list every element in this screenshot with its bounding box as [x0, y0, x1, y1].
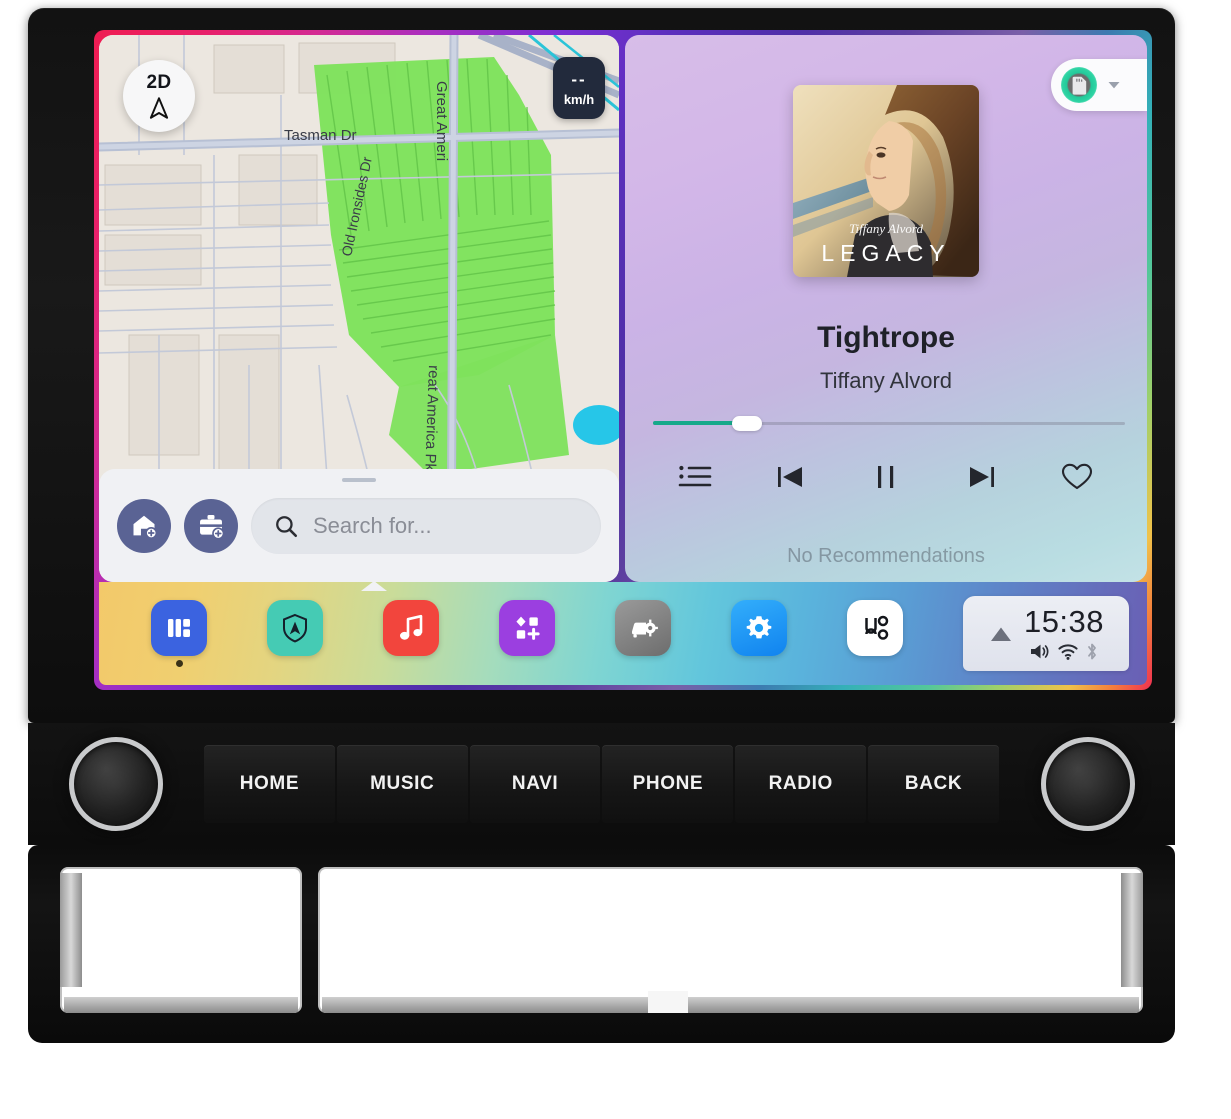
tune-knob[interactable] [1031, 728, 1144, 840]
hardware-buttons: HOME MUSIC NAVI PHONE RADIO BACK [203, 745, 1000, 823]
bluetooth-icon [1088, 643, 1096, 660]
search-placeholder: Search for... [313, 512, 432, 538]
status-icon-group [1029, 642, 1099, 661]
svg-text:LEGACY: LEGACY [821, 240, 950, 266]
playlist-button[interactable] [666, 450, 724, 504]
track-title: Tightrope [817, 321, 955, 354]
wifi-icon [1058, 644, 1078, 660]
car-settings-icon [632, 619, 658, 638]
heart-outline-icon [1062, 463, 1093, 490]
map-search-bar: Search for... [99, 469, 619, 582]
hardware-button-radio[interactable]: RADIO [735, 745, 867, 823]
home-add-icon [133, 515, 158, 539]
hardware-button-home[interactable]: HOME [204, 745, 335, 823]
bracket-cutout-right [318, 867, 1143, 1013]
bracket-clip-left [60, 873, 82, 987]
track-artist: Tiffany Alvord [819, 368, 953, 393]
mounting-bracket [28, 845, 1175, 1043]
left-knob-zone [28, 723, 203, 845]
music-panel[interactable]: Tiffany Alvord LEGACY Tightrope Tiffany … [625, 35, 1147, 582]
search-icon [276, 515, 298, 537]
dock-dashboard[interactable] [121, 600, 237, 667]
skip-previous-icon [778, 467, 803, 487]
next-button[interactable] [953, 450, 1011, 504]
clock-label: 15:38 [1023, 604, 1105, 639]
dock-car-settings[interactable] [585, 600, 701, 667]
right-knob-zone [1000, 723, 1175, 845]
hardware-button-back[interactable]: BACK [868, 745, 999, 823]
link-nodes-icon [865, 615, 889, 640]
chevron-down-icon[interactable] [1105, 76, 1123, 94]
navigation-shield-icon [283, 613, 307, 643]
progress-thumb[interactable] [731, 415, 762, 431]
triangle-up-icon [990, 627, 1011, 641]
previous-button[interactable] [761, 450, 819, 504]
album-artwork-image: Tiffany Alvord LEGACY [793, 85, 979, 277]
hardware-button-row: HOME MUSIC NAVI PHONE RADIO BACK [28, 723, 1175, 845]
bracket-clip-right [1121, 873, 1143, 987]
speed-indicator: -- km/h [553, 57, 605, 119]
panel-grabber[interactable] [342, 478, 376, 482]
app-dock: 15:38 [99, 581, 1147, 685]
source-ring [1061, 67, 1097, 103]
svg-text:Tiffany Alvord: Tiffany Alvord [849, 221, 924, 236]
hardware-button-phone[interactable]: PHONE [602, 745, 734, 823]
dock-connection[interactable] [817, 600, 933, 667]
speed-unit: km/h [563, 91, 595, 107]
panel-row: Tasman Dr Great Ameri Old Ironsides Dr r… [99, 35, 1147, 582]
home-shortcut-button[interactable] [117, 498, 171, 553]
gear-icon [746, 616, 772, 639]
status-card[interactable]: 15:38 [963, 596, 1129, 671]
hardware-button-navi[interactable]: NAVI [469, 745, 601, 823]
favorite-button[interactable] [1048, 450, 1106, 504]
car-head-unit: Tasman Dr Great Ameri Old Ironsides Dr r… [28, 8, 1175, 1043]
map-panel[interactable]: Tasman Dr Great Ameri Old Ironsides Dr r… [99, 35, 619, 582]
volume-icon [1030, 644, 1049, 659]
recommendations-text: No Recommendations [787, 545, 985, 567]
svg-text:Tasman Dr: Tasman Dr [284, 127, 357, 144]
search-input[interactable]: Search for... [251, 497, 601, 554]
dock-icon-list [121, 600, 963, 667]
bracket-notch [648, 991, 688, 1013]
music-note-icon [400, 614, 423, 640]
sd-card-icon [1072, 76, 1086, 95]
dock-settings[interactable] [701, 600, 817, 667]
dashboard-icon [168, 619, 190, 637]
map-view-mode-badge[interactable]: 2D [123, 60, 195, 132]
progress-fill [653, 421, 738, 425]
apps-grid-icon [516, 616, 540, 640]
pause-button[interactable] [857, 450, 915, 504]
dock-navigation[interactable] [237, 600, 353, 667]
dock-apps[interactable] [469, 600, 585, 667]
pause-icon [877, 466, 894, 488]
bracket-shelf-right [322, 997, 1139, 1013]
bracket-shelf-left [64, 997, 298, 1013]
speed-value: -- [571, 69, 587, 89]
work-shortcut-button[interactable] [184, 498, 238, 553]
hardware-button-music[interactable]: MUSIC [336, 745, 468, 823]
svg-text:Great Ameri: Great Ameri [433, 81, 450, 161]
volume-knob[interactable] [59, 728, 172, 840]
playback-controls [625, 450, 1147, 504]
dock-music[interactable] [353, 600, 469, 667]
skip-next-icon [969, 467, 994, 487]
navigation-arrow-icon [149, 96, 169, 119]
briefcase-add-icon [200, 514, 225, 540]
audio-source-selector[interactable] [1051, 59, 1147, 111]
active-indicator-dot [175, 660, 183, 667]
bracket-cutout-left [60, 867, 302, 1013]
touchscreen-display[interactable]: Tasman Dr Great Ameri Old Ironsides Dr r… [94, 30, 1152, 690]
map-view-mode-label: 2D [146, 71, 172, 93]
playback-progress[interactable] [653, 415, 1125, 431]
album-artwork: Tiffany Alvord LEGACY [793, 85, 979, 277]
playlist-icon [678, 465, 712, 487]
